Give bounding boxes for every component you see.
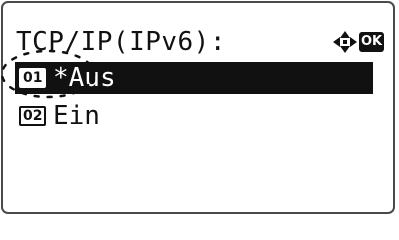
lcd-panel: TCP/IP(IPv6): OK 01 *Aus 02 Ein	[1, 1, 395, 214]
four-way-arrow-icon	[333, 31, 357, 53]
option-number-badge: 01	[19, 68, 47, 88]
option-label: *Aus	[53, 63, 116, 93]
option-aus[interactable]: 01 *Aus	[15, 62, 373, 94]
ok-key-icon: OK	[359, 32, 385, 52]
option-ein[interactable]: 02 Ein	[15, 100, 373, 132]
option-number-badge: 02	[19, 106, 47, 126]
option-label: Ein	[53, 101, 100, 131]
screen-title: TCP/IP(IPv6):	[16, 27, 226, 57]
